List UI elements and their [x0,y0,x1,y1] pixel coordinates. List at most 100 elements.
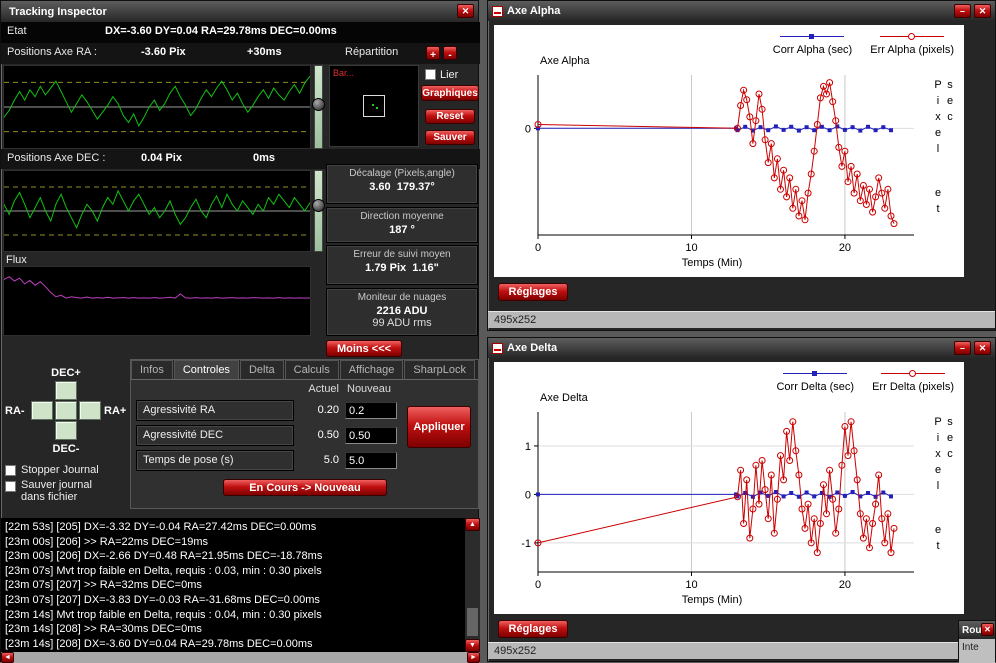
appliquer-button[interactable]: Appliquer [407,406,471,448]
log-hscrollbar[interactable]: ◄ ► [1,652,480,663]
tab-affichage[interactable]: Affichage [340,360,404,379]
tab-sharplock[interactable]: SharpLock [404,360,475,379]
dec-value: 0.04 Pix [141,152,182,164]
repartition-box: Bar... [329,65,419,147]
sauver-button[interactable]: Sauver [425,130,475,145]
stopper-journal-checkbox[interactable] [5,465,16,476]
log-line: [23m 14s] Mvt trop faible en Delta, requ… [5,608,476,623]
erreur-title: Erreur de suivi moyen [327,249,477,260]
input-agressivite-dec[interactable] [345,427,397,444]
param-label-temps-pose: Temps de pose (s) [136,450,294,471]
dec-graph [3,170,311,252]
window-title: Rou [962,625,981,636]
svg-text:0: 0 [535,242,541,254]
tab-controles[interactable]: Controles [174,360,239,379]
close-button[interactable]: ✕ [974,4,991,18]
erreur-value: 1.79 Pix 1.16" [327,262,477,274]
scroll-left-button[interactable]: ◄ [1,652,14,663]
close-button[interactable]: ✕ [457,4,474,18]
svg-text:10: 10 [685,242,697,254]
svg-text:-1: -1 [521,538,531,550]
titlebar[interactable]: Axe Alpha – ✕ [488,1,995,21]
minimize-button[interactable]: – [954,341,971,355]
alpha-plot: 010200 [502,69,922,257]
nuages-value-rms: 99 ADU rms [327,317,477,329]
reglages-button[interactable]: Réglages [498,620,568,638]
ra-ms-value: +30ms [247,46,282,58]
param-label-agressivite-dec: Agressivité DEC [136,425,294,446]
log-vscrollbar[interactable]: ▲ ▼ [465,518,480,652]
dpad-down-button[interactable] [55,421,77,440]
dpad-right-button[interactable] [79,401,101,420]
graphiques-button[interactable]: Graphiques [421,85,479,101]
direction-title: Direction moyenne [327,211,477,222]
repartition-label: Répartition [345,46,398,58]
ra-value: -3.60 Pix [141,46,186,58]
svg-text:0: 0 [535,579,541,591]
guide-dpad: DEC+ RA- RA+ DEC- [3,365,129,465]
delta-plot: 01020-101 [502,406,922,594]
circle-marker-icon [909,370,916,377]
sauver-journal-label-2: dans fichier [21,491,77,503]
log-line: [23m 14s] [208] >> RA=30ms DEC=0ms [5,622,476,637]
tab-calculs[interactable]: Calculs [285,360,339,379]
nuages-box: Moniteur de nuages 2216 ADU 99 ADU rms [326,288,478,336]
dec-slider-knob[interactable] [312,199,325,212]
decalage-title: Décalage (Pixels,angle) [327,168,477,179]
lier-checkbox[interactable] [425,69,436,80]
ra-label: Positions Axe RA : [7,46,97,58]
close-button[interactable]: ✕ [974,341,991,355]
zoom-minus-button[interactable]: - [443,46,457,60]
dpad-left-button[interactable] [31,401,53,420]
encours-nouveau-button[interactable]: En Cours -> Nouveau [223,479,387,496]
ra-trace [4,66,310,148]
left-arrow-icon: ◄ [4,653,11,663]
scroll-thumb[interactable] [467,608,478,636]
scroll-up-button[interactable]: ▲ [465,518,480,531]
sauver-journal-checkbox[interactable] [5,481,16,492]
input-temps-pose[interactable] [345,452,397,469]
alpha-chart-area: Corr Alpha (sec) Err Alpha (pixels) Axe … [494,25,964,277]
y-axis-label: Pixel et sec [932,416,956,614]
scroll-right-button[interactable]: ► [467,652,480,663]
scroll-down-button[interactable]: ▼ [465,639,480,652]
moins-button[interactable]: Moins <<< [326,340,402,357]
dec-slider[interactable] [314,170,323,252]
reglages-button[interactable]: Réglages [498,283,568,301]
input-agressivite-ra[interactable] [345,402,397,419]
ra-row: Positions Axe RA : -3.60 Pix +30ms Répar… [1,43,480,64]
axe-alpha-window: Axe Alpha – ✕ Corr Alpha (sec) Err Alpha… [487,0,996,331]
dpad-center-button[interactable] [55,401,77,420]
lier-label: Lier [440,69,458,81]
dpad-up-button[interactable] [55,381,77,400]
tab-infos[interactable]: Infos [131,360,173,379]
chart-size-status: 495x252 [494,645,536,657]
log-line: [23m 07s] Mvt trop faible en Delta, requ… [5,564,476,579]
titlebar[interactable]: Rou ✕ [959,621,995,639]
minimize-button[interactable]: – [954,4,971,18]
star-dot [372,104,374,106]
titlebar[interactable]: Axe Delta – ✕ [488,338,995,358]
ra-slider[interactable] [314,65,323,149]
star-dot [376,107,378,109]
minus-icon: - [448,50,451,62]
sauver-journal-label-1: Sauver journal [21,479,92,491]
actuel-agressivite-ra: 0.20 [299,404,339,416]
settings-tab-panel: Infos Controles Delta Calculs Affichage … [130,359,479,509]
log-line: [23m 07s] [207] DX=-3.83 DY=-0.03 RA=-31… [5,593,476,608]
log-line: [23m 00s] [206] DX=-2.66 DY=0.48 RA=21.9… [5,549,476,564]
ra-slider-knob[interactable] [312,98,325,111]
titlebar[interactable]: Tracking Inspector ✕ [1,1,478,22]
reset-button[interactable]: Reset [425,109,475,124]
y-axis-label: Pixel et sec [932,79,956,277]
window-title: Axe Alpha [507,5,560,17]
tab-delta[interactable]: Delta [240,360,284,379]
dpad-right-label: RA+ [104,405,126,417]
direction-value: 187 ° [327,224,477,236]
col-actuel: Actuel [299,383,339,395]
direction-box: Direction moyenne 187 ° [326,207,478,243]
dec-label: Positions Axe DEC : [7,152,105,164]
zoom-plus-button[interactable]: + [426,46,440,60]
close-button[interactable]: ✕ [981,623,994,636]
square-marker-icon [809,34,814,39]
